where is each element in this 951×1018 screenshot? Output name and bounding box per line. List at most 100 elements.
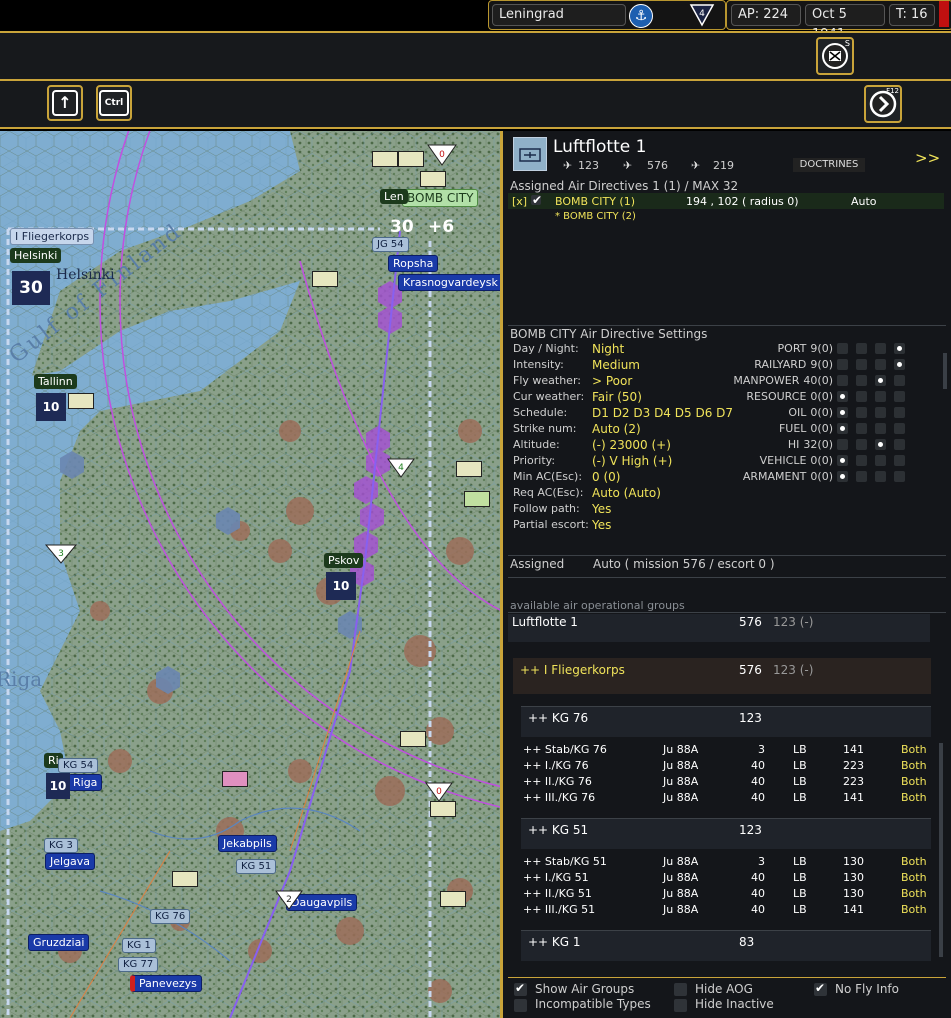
priority-dot[interactable]	[837, 471, 848, 482]
setting-value[interactable]: Yes	[592, 502, 611, 516]
no-fly-info-checkbox[interactable]	[814, 981, 827, 996]
hide-aog-label[interactable]: Hide AOG	[695, 982, 753, 996]
priority-dot[interactable]	[894, 471, 905, 482]
setting-value[interactable]: Medium	[592, 358, 640, 372]
priority-dot[interactable]	[856, 423, 867, 434]
priority-dot[interactable]	[894, 375, 905, 386]
jekabpils-tag[interactable]: Jekabpils	[218, 835, 277, 852]
priority-dot[interactable]	[837, 423, 848, 434]
unit-mode[interactable]: Both	[901, 887, 927, 900]
priority-dot[interactable]	[837, 343, 848, 354]
unit-mode[interactable]: Both	[901, 775, 927, 788]
priority-dot[interactable]	[856, 375, 867, 386]
priority-dot[interactable]	[875, 455, 886, 466]
priority-dot[interactable]	[837, 391, 848, 402]
jg54-tag[interactable]: JG 54	[372, 237, 409, 252]
unit-mode[interactable]: Both	[901, 743, 927, 756]
anchor-icon[interactable]: ⚓	[629, 4, 653, 28]
daugavpils-tag[interactable]: Daugavpils	[286, 894, 358, 911]
unit-mode[interactable]: Both	[901, 903, 927, 916]
priority-dot[interactable]	[856, 359, 867, 370]
directive-check[interactable]: [x]	[512, 195, 527, 208]
priority-dot[interactable]	[894, 439, 905, 450]
close-marker[interactable]	[939, 1, 949, 27]
kg51-tag[interactable]: KG 51	[236, 859, 277, 874]
priority-dot[interactable]	[875, 359, 886, 370]
kg3-tag[interactable]: KG 3	[44, 838, 78, 853]
expand-button[interactable]: >>	[915, 149, 940, 167]
unit-counter[interactable]	[430, 801, 456, 817]
priority-dot[interactable]	[894, 391, 905, 402]
panevezys-tag[interactable]: Panevezys	[130, 975, 202, 992]
unit-counter[interactable]	[400, 731, 426, 747]
priority-dot[interactable]	[856, 391, 867, 402]
priority-dot[interactable]	[875, 407, 886, 418]
hq-icon[interactable]	[513, 137, 547, 171]
lf-name[interactable]: Luftflotte 1	[512, 615, 578, 629]
group-name[interactable]: ++ KG 51	[528, 823, 588, 837]
unit-name[interactable]: ++ Stab/KG 76	[523, 743, 607, 756]
kg77-tag[interactable]: KG 77	[118, 957, 159, 972]
unit-counter[interactable]	[172, 871, 198, 887]
setting-value[interactable]: Auto (Auto)	[592, 486, 661, 500]
location-field[interactable]: Leningrad	[492, 4, 626, 26]
unit-counter-icon[interactable]: 4	[689, 3, 715, 27]
kg76-tag[interactable]: KG 76	[150, 909, 191, 924]
unit-counter[interactable]	[222, 771, 248, 787]
unit-name[interactable]: ++ Stab/KG 51	[523, 855, 607, 868]
ropsha-tag[interactable]: Ropsha	[388, 255, 439, 272]
priority-dot[interactable]	[894, 359, 905, 370]
selected-hq-label[interactable]: I Fliegerkorps	[10, 228, 95, 245]
unit-mode[interactable]: Both	[901, 871, 927, 884]
pskov-tag[interactable]: Pskov	[324, 553, 364, 568]
doctrines-button[interactable]: DOCTRINES	[793, 158, 865, 172]
setting-value[interactable]: (-) V High (+)	[592, 454, 672, 468]
priority-dot[interactable]	[894, 423, 905, 434]
directive-enabled-checkbox[interactable]	[531, 193, 542, 207]
group-row[interactable]	[521, 930, 931, 961]
target-label[interactable]: BOMB CITY	[402, 189, 479, 207]
priority-dot[interactable]	[894, 343, 905, 354]
group-name[interactable]: ++ KG 1	[528, 935, 581, 949]
priority-dot[interactable]	[875, 423, 886, 434]
priority-dot[interactable]	[856, 455, 867, 466]
unit-name[interactable]: ++ I./KG 76	[523, 759, 589, 772]
directive-name[interactable]: BOMB CITY (1)	[555, 195, 635, 208]
unit-name[interactable]: ++ III./KG 51	[523, 903, 595, 916]
priority-dot[interactable]	[875, 343, 886, 354]
unit-counter[interactable]	[464, 491, 490, 507]
priority-dot[interactable]	[837, 439, 848, 450]
kg1-tag[interactable]: KG 1	[122, 938, 156, 953]
setting-value[interactable]: Night	[592, 342, 624, 356]
kg54-tag[interactable]: KG 54	[58, 758, 99, 773]
unit-mode[interactable]: Both	[901, 855, 927, 868]
unit-name[interactable]: ++ III./KG 76	[523, 791, 595, 804]
priority-dot[interactable]	[856, 471, 867, 482]
shortcut-button[interactable]: S	[816, 37, 854, 75]
unit-name[interactable]: ++ I./KG 51	[523, 871, 589, 884]
unit-counter[interactable]	[440, 891, 466, 907]
tallinn-tag[interactable]: Tallinn	[34, 374, 77, 389]
priority-dot[interactable]	[837, 407, 848, 418]
priority-dot[interactable]	[875, 471, 886, 482]
priority-dot[interactable]	[875, 391, 886, 402]
unit-counter[interactable]	[456, 461, 482, 477]
krasnogvardeysk-tag[interactable]: Krasnogvardeysk	[398, 274, 502, 291]
directive-mode[interactable]: Auto	[851, 195, 877, 208]
unit-mode[interactable]: Both	[901, 759, 927, 772]
no-fly-info-label[interactable]: No Fly Info	[835, 982, 899, 996]
setting-value[interactable]: Fair (50)	[592, 390, 642, 404]
unit-name[interactable]: ++ II./KG 76	[523, 775, 592, 788]
priority-dot[interactable]	[856, 439, 867, 450]
show-air-groups-label[interactable]: Show Air Groups	[535, 982, 634, 996]
ctrl-button[interactable]: Ctrl	[96, 85, 132, 121]
setting-value[interactable]: > Poor	[592, 374, 632, 388]
directive-sub[interactable]: * BOMB CITY (2)	[555, 211, 636, 222]
helsinki-tag[interactable]: Helsinki	[10, 248, 62, 263]
settings-scrollbar[interactable]	[943, 353, 947, 389]
priority-dot[interactable]	[894, 407, 905, 418]
incompatible-types-checkbox[interactable]	[514, 999, 527, 1012]
priority-dot[interactable]	[856, 343, 867, 354]
priority-dot[interactable]	[837, 359, 848, 370]
leningrad-tag[interactable]: Len	[380, 189, 408, 204]
